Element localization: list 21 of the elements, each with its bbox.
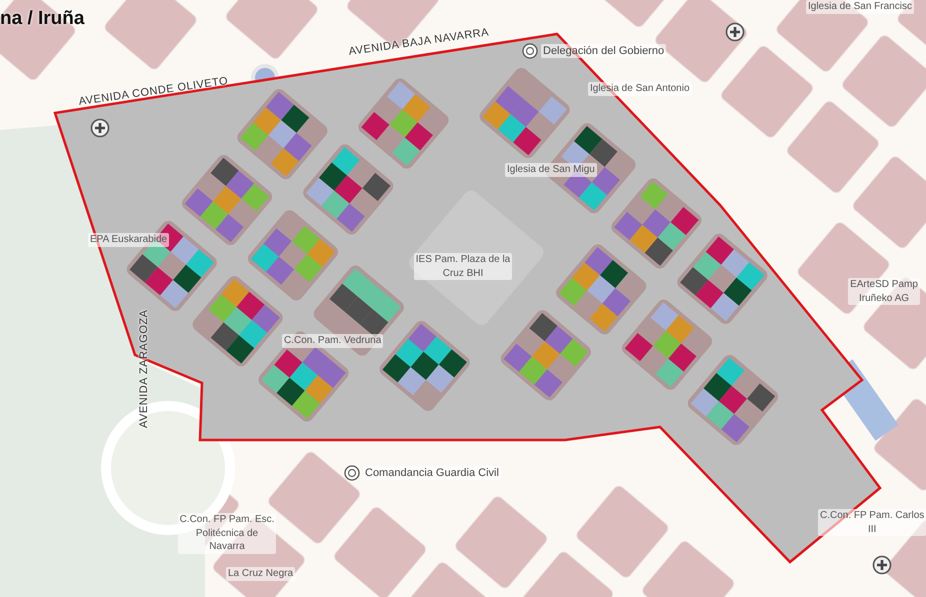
place-label: La Cruz Negra (226, 567, 296, 580)
hospital-icon (725, 22, 745, 42)
hospital-icon (872, 555, 892, 575)
place-label: Iglesia de San Migu (505, 163, 597, 176)
place-label: C.Con. Pam. Vedruna (282, 334, 384, 348)
place-label: Delegación del Gobierno (541, 44, 666, 58)
city-label: na / Iruña (0, 8, 84, 30)
place-label: Iglesia de San Francisc (806, 0, 914, 14)
place-label: C.Con. FP Pam. Esc. Politécnica de Navarra (178, 513, 276, 554)
place-label: C.Con. FP Pam. Carlos III (818, 509, 926, 536)
place-label: IES Pam. Plaza de la Cruz BHI (414, 253, 512, 280)
hospital-icon (90, 118, 110, 138)
street-label: AVENIDA ZARAGOZA (138, 310, 150, 428)
street-label: AVENIDA CONDE OLIVETO (78, 75, 229, 108)
emblem-icon (522, 43, 538, 59)
street-label: AVENIDA BAJA NAVARRA (348, 26, 490, 58)
place-label: Iglesia de San Antonio (588, 82, 692, 96)
place-label: Comandancia Guardia Civil (363, 466, 501, 480)
emblem-icon (344, 465, 360, 481)
place-label: EPA Euskarabide (88, 233, 170, 246)
place-label: EArteSD Pamp Iruñeko AG (848, 278, 920, 305)
